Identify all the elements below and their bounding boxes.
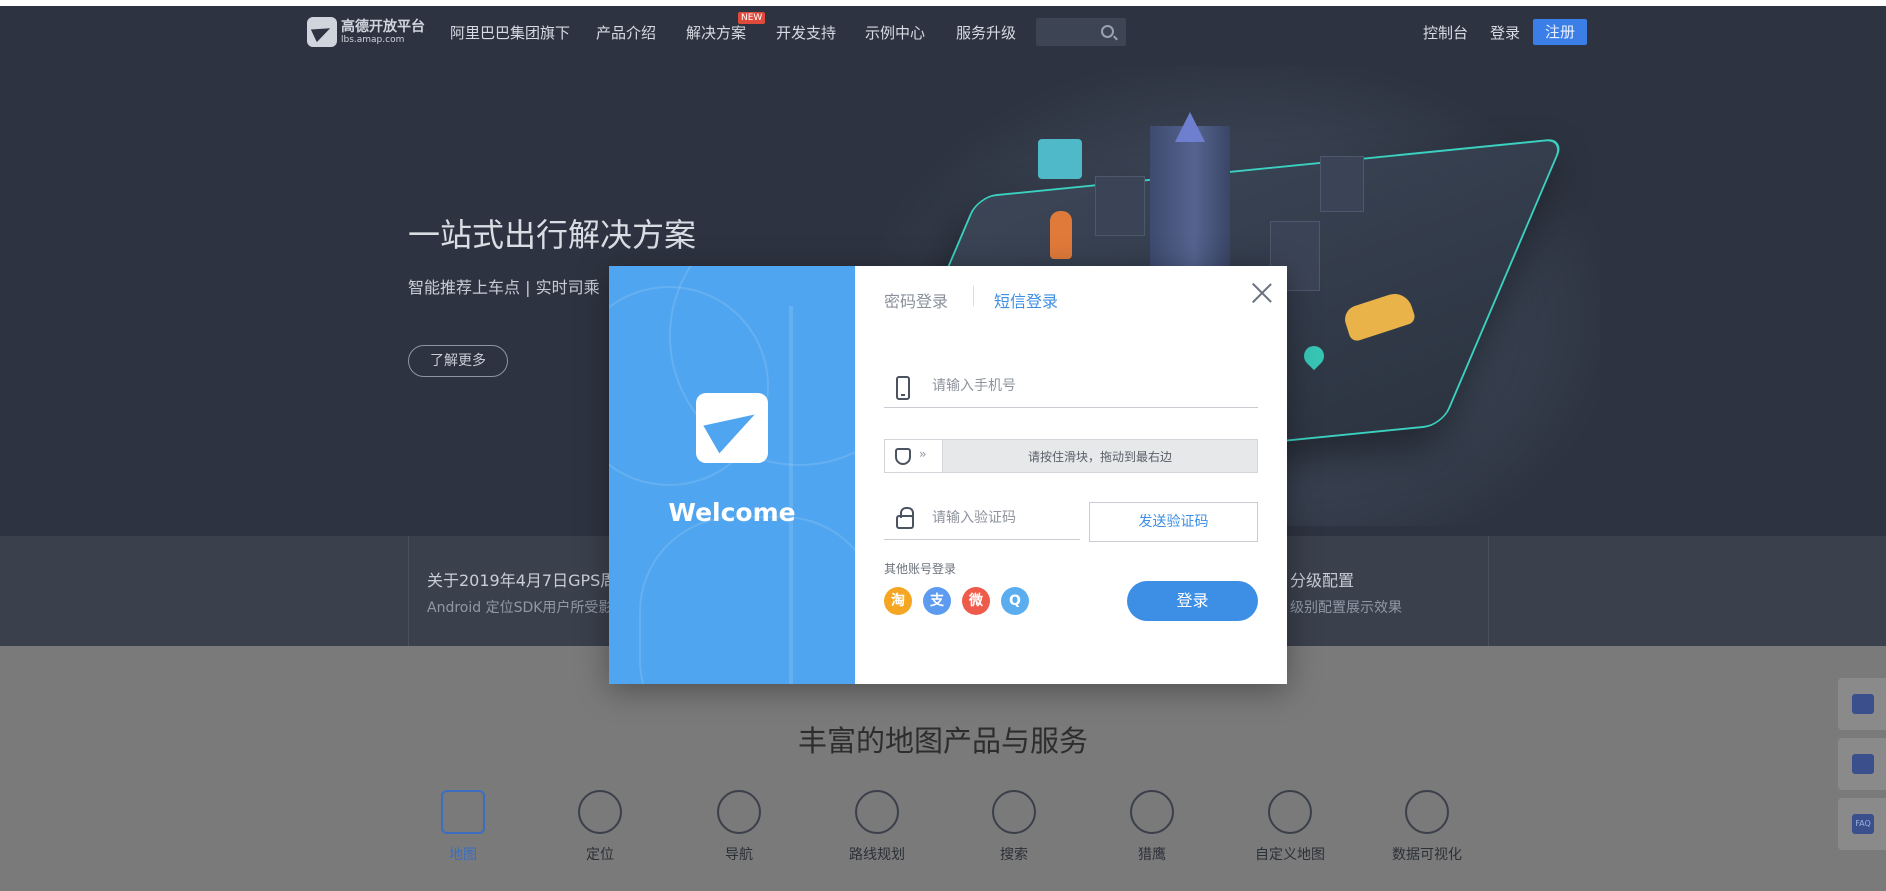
- phone-field: [884, 370, 1258, 408]
- welcome-panel: Welcome: [609, 266, 855, 684]
- qq-icon[interactable]: Q: [1001, 587, 1029, 615]
- code-input[interactable]: [932, 510, 1072, 526]
- shield-check-icon: [895, 448, 911, 465]
- tab-sms-login[interactable]: 短信登录: [994, 288, 1058, 312]
- taobao-icon[interactable]: 淘: [884, 587, 912, 615]
- alipay-icon[interactable]: 支: [923, 587, 951, 615]
- login-modal: Welcome 密码登录 短信登录 ›› 请按住滑块，拖动到最右边 发送验证码 …: [609, 266, 1287, 684]
- other-login-label: 其他账号登录: [884, 562, 957, 576]
- send-code-button[interactable]: 发送验证码: [1089, 502, 1258, 542]
- tab-password-login[interactable]: 密码登录: [884, 288, 948, 312]
- mobile-phone-icon: [896, 376, 910, 400]
- tab-separator: [973, 286, 974, 306]
- welcome-text: Welcome: [668, 498, 796, 527]
- amap-plane-logo-icon: [696, 393, 768, 463]
- decor-line: [639, 516, 855, 684]
- close-icon[interactable]: [1251, 282, 1273, 304]
- lock-icon: [896, 507, 914, 529]
- double-chevron-right-icon: ››: [919, 447, 926, 461]
- login-button[interactable]: 登录: [1127, 581, 1258, 621]
- slider-hint: 请按住滑块，拖动到最右边: [1027, 450, 1172, 464]
- slide-verification: ›› 请按住滑块，拖动到最右边: [884, 439, 1258, 473]
- code-field: [884, 502, 1080, 540]
- decor-line: [789, 306, 793, 684]
- slider-handle[interactable]: ››: [885, 440, 943, 472]
- phone-input[interactable]: [932, 378, 1242, 394]
- weibo-icon[interactable]: 微: [962, 587, 990, 615]
